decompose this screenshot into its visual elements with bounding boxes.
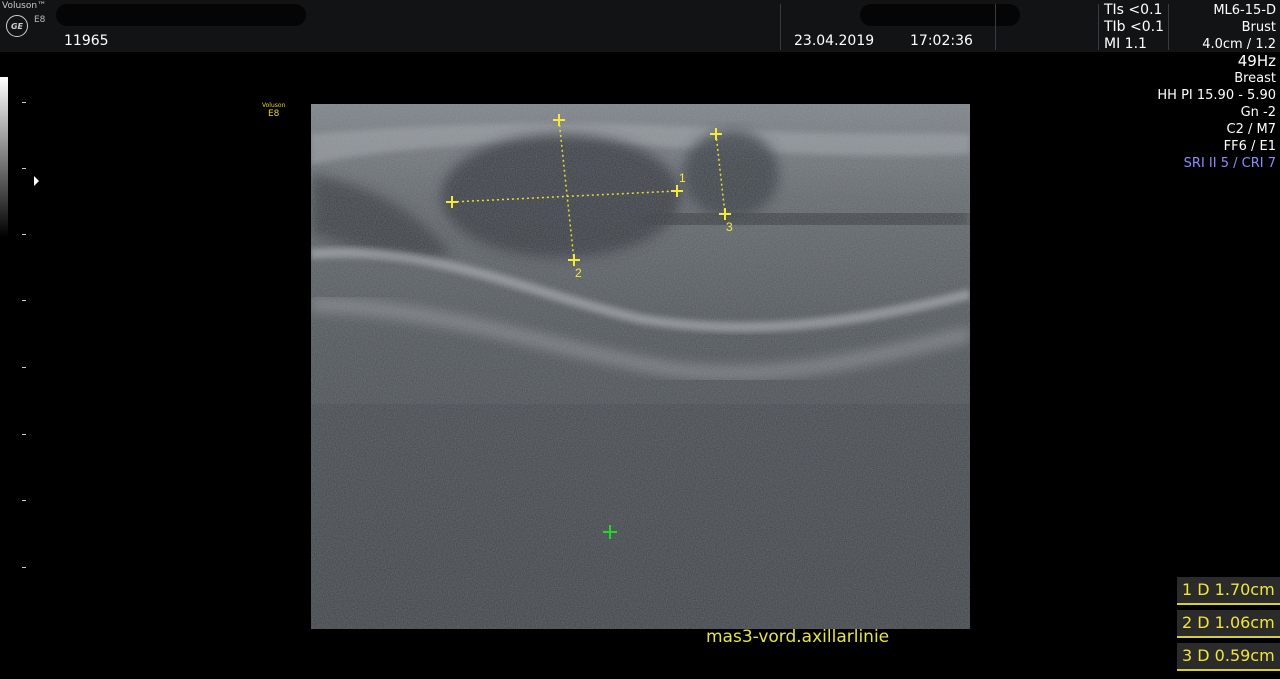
- speckle-noise: [311, 104, 970, 629]
- ff-e-setting: FF6 / E1: [1223, 139, 1276, 154]
- header-divider: [780, 4, 781, 50]
- depth-tick: [22, 168, 26, 169]
- patient-id: 11965: [64, 33, 109, 49]
- redacted-patient-name: [56, 4, 306, 26]
- header-divider: [1098, 4, 1099, 50]
- preset-name: Breast: [1234, 71, 1276, 86]
- depth-tick: [22, 102, 26, 103]
- mini-brand-bottom: E8: [267, 109, 280, 119]
- exam-date: 23.04.2019: [794, 33, 875, 49]
- tis-value: TIs <0.1: [1104, 2, 1163, 18]
- ultrasound-image[interactable]: 1 2 3: [311, 104, 970, 629]
- c-m-setting: C2 / M7: [1226, 122, 1276, 137]
- grayscale-bar: [0, 77, 8, 237]
- probe-name: ML6-15-D: [1213, 3, 1276, 18]
- tib-value: TIb <0.1: [1104, 19, 1165, 35]
- depth-tick: [22, 567, 26, 568]
- brand-name: Voluson™: [2, 1, 47, 11]
- redacted-institution: [860, 4, 1020, 26]
- mi-value: MI 1.1: [1104, 36, 1147, 52]
- depth-tick: [22, 434, 26, 435]
- grayscale-pointer-icon: [34, 176, 39, 186]
- depth-tick: [22, 300, 26, 301]
- measurement-results: 1 D 1.70cm 2 D 1.06cm 3 D 0.59cm: [1177, 577, 1280, 676]
- scan-parameters-panel: ML6-15-D Brust 4.0cm / 1.2 49Hz Breast H…: [1157, 2, 1276, 172]
- exam-time: 17:02:36: [910, 33, 973, 49]
- depth-tick: [22, 234, 26, 235]
- application-name: Brust: [1241, 20, 1276, 35]
- frame-rate: 49Hz: [1237, 52, 1276, 70]
- sri-cri-setting: SRI II 5 / CRI 7: [1183, 156, 1276, 171]
- caliper-label-3: 3: [726, 220, 733, 234]
- safety-indices: TIs <0.1 TIb <0.1 MI 1.1: [1104, 2, 1164, 53]
- depth-zoom: 4.0cm / 1.2: [1202, 37, 1276, 52]
- caliper-label-1: 1: [679, 171, 686, 185]
- model-label: E8: [34, 15, 46, 25]
- image-annotation-text[interactable]: mas3-vord.axillarlinie: [706, 627, 889, 647]
- header-divider: [995, 4, 996, 50]
- caliper-label-2: 2: [575, 266, 582, 280]
- depth-tick: [22, 367, 26, 368]
- ge-logo-icon: GE: [6, 15, 28, 37]
- measurement-result-3[interactable]: 3 D 0.59cm: [1177, 643, 1280, 671]
- measurement-result-2[interactable]: 2 D 1.06cm: [1177, 610, 1280, 638]
- gain-setting: Gn -2: [1240, 105, 1276, 120]
- harmonics-setting: HH PI 15.90 - 5.90: [1157, 88, 1276, 103]
- depth-tick: [22, 500, 26, 501]
- measurement-result-1[interactable]: 1 D 1.70cm: [1177, 577, 1280, 605]
- mini-brand-logo: Voluson E8: [262, 102, 285, 119]
- ultrasound-canvas: 1 2 3: [311, 104, 970, 629]
